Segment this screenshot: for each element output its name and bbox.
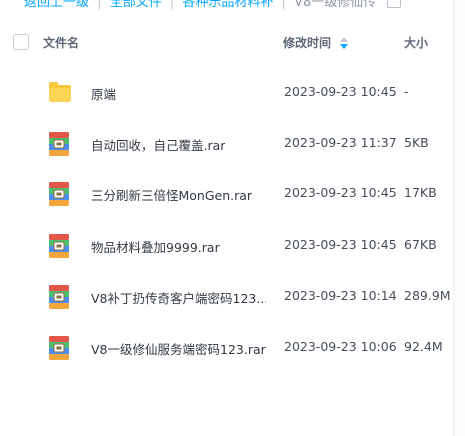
- column-header-modified-time[interactable]: 修改时间: [283, 34, 331, 51]
- file-name[interactable]: 三分刷新三倍怪MonGen.rar: [91, 185, 252, 204]
- file-size: 289.9M: [404, 288, 451, 303]
- file-modified-time: 2023-09-23 10:06: [284, 339, 397, 354]
- file-modified-time: 2023-09-23 10:14: [284, 288, 397, 303]
- column-header-size[interactable]: 大小: [404, 34, 428, 51]
- archive-icon: [48, 336, 70, 360]
- file-name[interactable]: V8补丁扔传奇客户端密码123...: [91, 288, 266, 307]
- breadcrumb-separator: |: [169, 0, 175, 10]
- file-row[interactable]: 原端 2023-09-23 10:45-: [0, 67, 452, 117]
- file-modified-time: 2023-09-23 10:45: [284, 237, 397, 252]
- archive-icon: [48, 182, 70, 206]
- file-list-header: 文件名 修改时间 大小: [0, 26, 452, 60]
- archive-icon: [48, 234, 70, 258]
- file-size: 5KB: [404, 135, 429, 150]
- file-modified-time: 2023-09-23 10:45: [284, 185, 397, 200]
- file-size: -: [404, 84, 409, 99]
- file-row[interactable]: 物品材料叠加9999.rar 2023-09-23 10:45 67KB: [0, 220, 452, 270]
- file-row[interactable]: 三分刷新三倍怪MonGen.rar 2023-09-23 10:45 17KB: [0, 168, 452, 218]
- file-modified-time: 2023-09-23 10:45: [284, 84, 397, 99]
- breadcrumb-item-all-files[interactable]: 全部文件: [110, 0, 162, 10]
- breadcrumb-item-parent-folder[interactable]: 各种乐品材料补: [182, 0, 273, 10]
- breadcrumb-bar: 返回上一级 | 全部文件 | 各种乐品材料补 | V8一级修仙传: [0, 0, 465, 16]
- file-name[interactable]: 原端: [91, 84, 116, 103]
- file-name[interactable]: V8一级修仙服务端密码123.rar: [91, 339, 266, 358]
- file-row[interactable]: V8补丁扔传奇客户端密码123... 2023-09-23 10:14 289.9M: [0, 271, 452, 321]
- panel-edge: [453, 0, 465, 436]
- file-size: 92.4M: [404, 339, 443, 354]
- archive-icon: [48, 132, 70, 156]
- breadcrumb-item-current-folder: V8一级修仙传: [294, 0, 377, 10]
- file-size: 17KB: [404, 185, 437, 200]
- layout-toggle-icon[interactable]: [387, 0, 401, 8]
- file-row[interactable]: 自动回收，自己覆盖.rar 2023-09-23 11:37 5KB: [0, 118, 452, 168]
- breadcrumb-separator: |: [97, 0, 102, 10]
- file-size: 67KB: [404, 237, 437, 252]
- file-modified-time: 2023-09-23 11:37: [284, 135, 397, 150]
- file-row[interactable]: V8一级修仙服务端密码123.rar 2023-09-23 10:06 92.4M: [0, 322, 452, 372]
- column-header-name[interactable]: 文件名: [43, 34, 79, 51]
- folder-icon: [48, 81, 71, 105]
- breadcrumb-back-link[interactable]: 返回上一级: [24, 0, 89, 10]
- file-name[interactable]: 物品材料叠加9999.rar: [91, 237, 220, 256]
- breadcrumb-separator: |: [281, 0, 286, 10]
- archive-icon: [48, 285, 70, 309]
- file-name[interactable]: 自动回收，自己覆盖.rar: [91, 135, 225, 154]
- breadcrumb: 返回上一级 | 全部文件 | 各种乐品材料补 | V8一级修仙传: [24, 0, 380, 10]
- select-all-checkbox[interactable]: [13, 34, 29, 50]
- sort-descending-icon[interactable]: [340, 37, 348, 49]
